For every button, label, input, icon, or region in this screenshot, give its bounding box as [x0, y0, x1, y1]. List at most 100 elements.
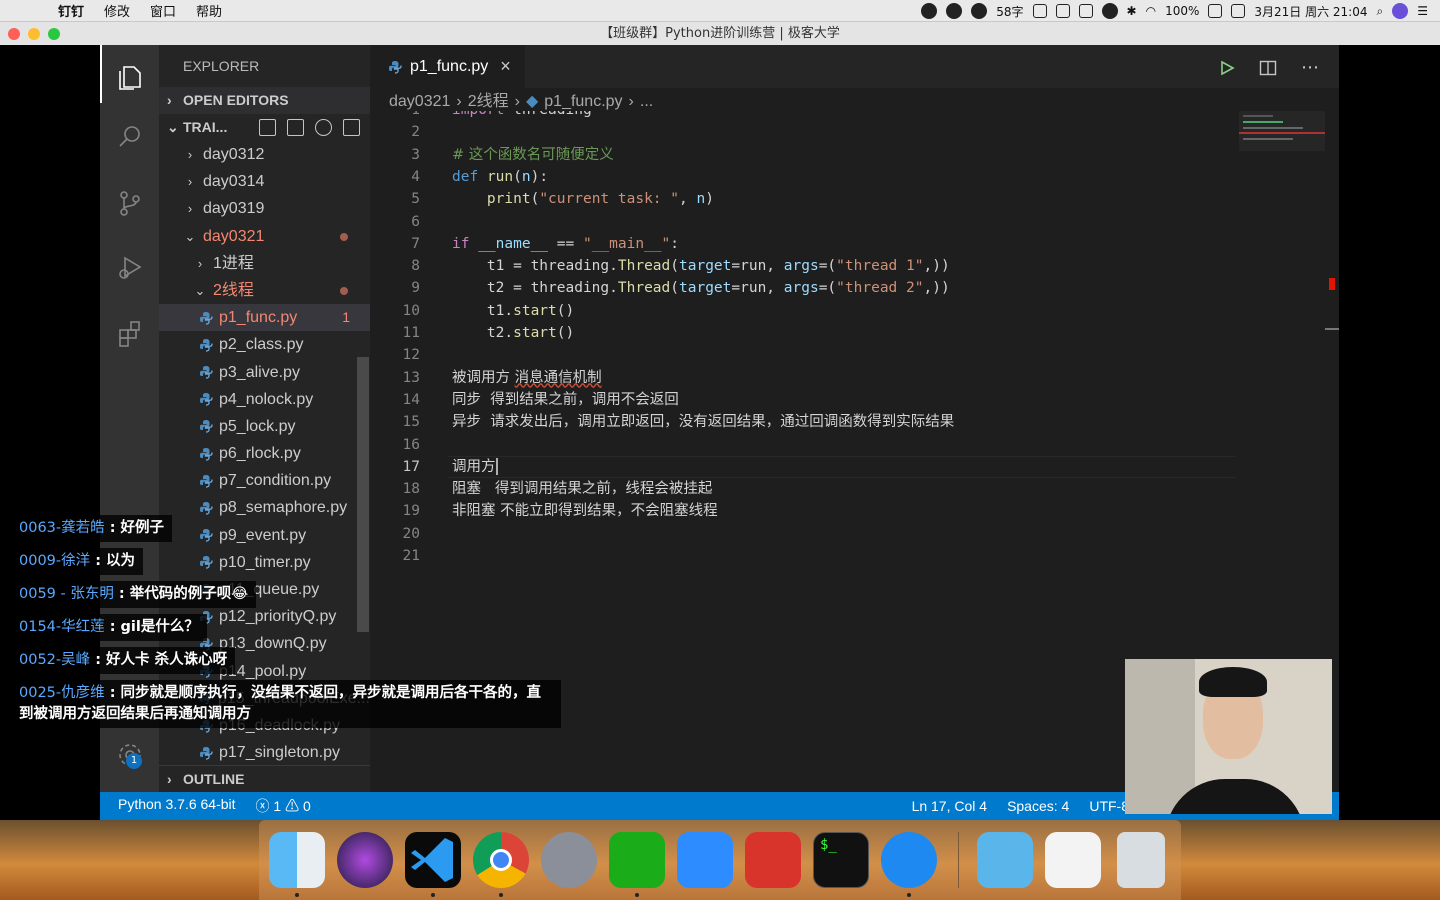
dingtalk-icon[interactable] — [881, 832, 937, 888]
code-line[interactable]: 16 — [370, 434, 1339, 456]
python-interpreter[interactable]: Python 3.7.6 64-bit — [118, 796, 236, 816]
battery-icon[interactable] — [1208, 4, 1223, 18]
file-item[interactable]: p4_nolock.py — [159, 386, 370, 413]
evernote-icon[interactable] — [971, 3, 988, 19]
zoom-icon[interactable] — [677, 832, 733, 888]
code-line[interactable]: 12 — [370, 344, 1339, 366]
finder-icon[interactable] — [269, 832, 325, 888]
chat-message: 0025-仇彦维 : 同步就是顺序执行，没结果不返回，异步就是调用后各干各的，直… — [0, 680, 561, 728]
code-line[interactable]: 10 t1.start() — [370, 300, 1339, 322]
code-line[interactable]: 11 t2.start() — [370, 322, 1339, 344]
file-item[interactable]: p3_alive.py — [159, 359, 370, 386]
run-debug-icon[interactable] — [110, 247, 150, 287]
settings-gear-icon[interactable]: 1 — [110, 735, 150, 775]
indentation[interactable]: Spaces: 4 — [1007, 798, 1069, 814]
chrome-icon[interactable] — [473, 832, 529, 888]
code-line[interactable]: 7 if __name__ == "__main__": — [370, 233, 1339, 255]
siri-icon[interactable] — [1392, 3, 1409, 19]
menu-item-edit[interactable]: 修改 — [104, 1, 130, 20]
recent-document-icon[interactable] — [1045, 832, 1101, 888]
close-tab-icon[interactable]: × — [500, 56, 511, 77]
menubar-status-area: 58字 ✱ ◠ 100% 3月21日 周六 21:04 ⌕ ☰ — [921, 0, 1428, 22]
minimize-window-button[interactable] — [28, 28, 40, 40]
search-icon[interactable] — [110, 117, 150, 157]
file-item[interactable]: p2_class.py — [159, 331, 370, 358]
temperature-label[interactable]: 58字 — [996, 3, 1023, 20]
battery-label[interactable]: 100% — [1165, 4, 1199, 18]
clock[interactable]: 3月21日 周六 21:04 — [1254, 3, 1367, 20]
wechat-icon[interactable] — [609, 832, 665, 888]
explorer-icon[interactable] — [110, 57, 150, 97]
run-python-icon[interactable] — [1219, 60, 1235, 76]
new-file-icon[interactable] — [259, 119, 276, 136]
code-line[interactable]: 4 def run(n): — [370, 166, 1339, 188]
notification-center-icon[interactable]: ☰ — [1417, 4, 1428, 18]
tray-icon-2[interactable] — [1055, 4, 1070, 18]
more-actions-icon[interactable]: ⋯ — [1301, 57, 1319, 78]
encoding[interactable]: UTF-8 — [1089, 798, 1129, 814]
code-line[interactable]: 17 调用方 — [370, 456, 1339, 478]
tab-p1-func[interactable]: p1_func.py × — [370, 45, 525, 88]
menu-item-help[interactable]: 帮助 — [196, 1, 222, 20]
code-line[interactable]: 9 t2 = threading.Thread(target=run, args… — [370, 277, 1339, 299]
input-method-icon[interactable] — [1078, 4, 1093, 18]
line-number: 13 — [402, 369, 420, 386]
problems-indicator[interactable]: ⓧ 1 ⚠ 0 — [256, 796, 311, 816]
minimap[interactable] — [1239, 111, 1325, 151]
new-folder-icon[interactable] — [287, 119, 304, 136]
menu-item-window[interactable]: 窗口 — [150, 1, 176, 20]
extensions-icon[interactable] — [110, 313, 150, 353]
folder-process[interactable]: › 1进程 — [159, 250, 370, 277]
code-line[interactable]: 8 t1 = threading.Thread(target=run, args… — [370, 255, 1339, 277]
menu-app-name[interactable]: 钉钉 — [58, 1, 84, 20]
code-line[interactable]: 5 print("current task: ", n) — [370, 188, 1339, 210]
remote-desktop-icon[interactable] — [745, 832, 801, 888]
code-line[interactable]: 15 异步 请求发出后，调用立即返回，没有返回结果，通过回调函数得到实际结果 — [370, 411, 1339, 433]
bluetooth-icon[interactable]: ✱ — [1127, 4, 1137, 18]
trash-icon[interactable] — [1117, 832, 1165, 888]
folder-day0321[interactable]: ⌄ day0321 — [159, 223, 370, 250]
sync-icon[interactable] — [1231, 4, 1246, 18]
terminal-icon[interactable]: $_ — [813, 832, 869, 888]
chevron-right-icon: › — [167, 770, 172, 787]
folder-thread[interactable]: ⌄ 2线程 — [159, 277, 370, 304]
code-line[interactable]: 3 # 这个函数名可随便定义 — [370, 144, 1339, 166]
folder-day0314[interactable]: › day0314 — [159, 168, 370, 195]
downloads-folder-icon[interactable] — [977, 832, 1033, 888]
chevron-down-icon: ⌄ — [167, 119, 179, 135]
close-window-button[interactable] — [8, 28, 20, 40]
file-item[interactable]: p5_lock.py — [159, 413, 370, 440]
file-item[interactable]: p17_singleton.py — [159, 739, 370, 766]
siri-icon[interactable] — [337, 832, 393, 888]
editor-tabs: p1_func.py × ⋯ — [370, 45, 1339, 88]
open-editors-section[interactable]: › OPEN EDITORS — [159, 87, 370, 114]
code-line[interactable]: 13 被调用方 消息通信机制 — [370, 367, 1339, 389]
folder-day0312[interactable]: › day0312 — [159, 141, 370, 168]
chat-message: 0063-龚若皓 : 好例子 — [0, 515, 173, 542]
spotlight-search-icon[interactable]: ⌕ — [1377, 4, 1384, 19]
launchpad-icon[interactable] — [541, 832, 597, 888]
wifi-icon[interactable]: ◠ — [1146, 4, 1156, 18]
outline-section[interactable]: › OUTLINE — [159, 765, 370, 792]
cursor-position[interactable]: Ln 17, Col 4 — [912, 798, 988, 814]
split-editor-icon[interactable] — [1259, 59, 1277, 77]
chrome-tray-icon[interactable] — [1101, 3, 1118, 19]
refresh-icon[interactable] — [315, 119, 332, 136]
zoom-window-button[interactable] — [48, 28, 60, 40]
code-line[interactable]: 14 同步 得到结果之前，调用不会返回 — [370, 389, 1339, 411]
file-item[interactable]: p1_func.py 1 — [159, 304, 370, 332]
file-item[interactable]: p6_rlock.py — [159, 440, 370, 467]
chat-message: 0052-吴峰 : 好人卡 杀人诛心呀 — [0, 647, 236, 674]
collapse-all-icon[interactable] — [343, 119, 360, 136]
code-line[interactable]: 1 import threading — [370, 111, 1339, 121]
code-line[interactable]: 2 — [370, 121, 1339, 143]
folder-day0319[interactable]: › day0319 — [159, 195, 370, 222]
vscode-icon[interactable] — [405, 832, 461, 888]
tray-icon-1[interactable] — [1032, 4, 1047, 18]
code-line[interactable]: 6 — [370, 211, 1339, 233]
line-number: 16 — [402, 436, 420, 453]
source-control-icon[interactable] — [110, 183, 150, 223]
cloud-icon[interactable] — [946, 3, 963, 19]
status-app-icon[interactable] — [921, 3, 938, 19]
workspace-section[interactable]: ⌄ TRAI... — [159, 114, 370, 141]
